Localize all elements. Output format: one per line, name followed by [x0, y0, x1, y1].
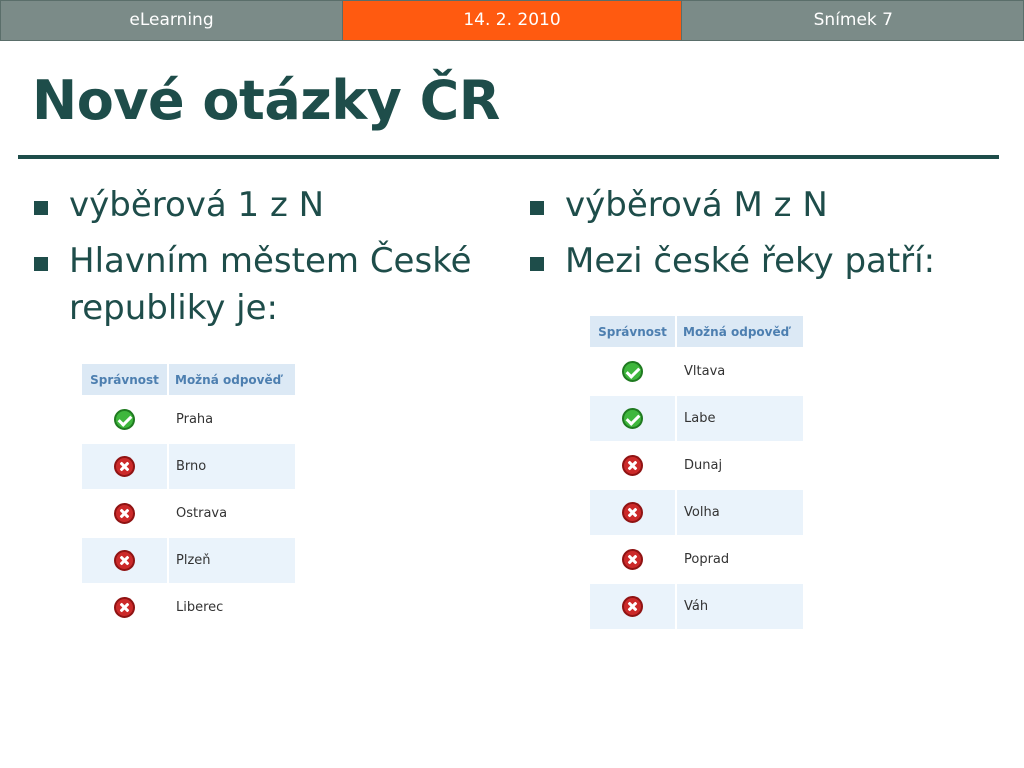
table-row: Vltava	[590, 348, 803, 396]
check-icon	[622, 408, 643, 429]
table-header-row: Správnost Možná odpověď	[82, 364, 295, 397]
bullet-text: výběrová M z N	[565, 185, 828, 225]
capital-answers-table: Správnost Možná odpověď Praha Brno Ostra…	[82, 364, 295, 632]
table-row: Labe	[590, 395, 803, 443]
header-possible-answer: Možná odpověď	[168, 364, 295, 397]
bullet-text: Mezi české řeky patří:	[565, 241, 936, 281]
correctness-cell	[82, 443, 169, 491]
correctness-cell	[590, 442, 677, 490]
correctness-cell	[590, 536, 677, 584]
slide-title: Nové otázky ČR	[32, 69, 500, 132]
answer-cell: Poprad	[676, 536, 803, 584]
cross-icon	[114, 456, 135, 477]
bullet-item: Hlavním městem České republiky je:	[32, 238, 492, 332]
bullet-square-icon	[34, 201, 48, 215]
answer-cell: Váh	[676, 583, 803, 631]
right-bullet-list: výběrová M z N Mezi české řeky patří:	[528, 182, 998, 294]
header-possible-answer: Možná odpověď	[676, 316, 803, 349]
left-bullet-list: výběrová 1 z N Hlavním městem České repu…	[32, 182, 492, 341]
cross-icon	[622, 455, 643, 476]
answer-cell: Plzeň	[168, 537, 295, 585]
table-row: Volha	[590, 489, 803, 537]
bullet-square-icon	[530, 201, 544, 215]
bullet-square-icon	[530, 257, 544, 271]
correctness-cell	[590, 348, 677, 396]
table-row: Poprad	[590, 536, 803, 584]
cross-icon	[114, 503, 135, 524]
answer-cell: Liberec	[168, 584, 295, 632]
correctness-cell	[590, 583, 677, 631]
correctness-cell	[82, 396, 169, 444]
header-course-name: eLearning	[0, 0, 343, 41]
cross-icon	[622, 549, 643, 570]
table-row: Plzeň	[82, 537, 295, 585]
check-icon	[114, 409, 135, 430]
correctness-cell	[590, 395, 677, 443]
table-row: Dunaj	[590, 442, 803, 490]
bullet-item: Mezi české řeky patří:	[528, 238, 998, 285]
correctness-cell	[82, 490, 169, 538]
answer-cell: Ostrava	[168, 490, 295, 538]
title-divider	[18, 155, 999, 159]
bullet-text: výběrová 1 z N	[69, 185, 325, 225]
table-row: Brno	[82, 443, 295, 491]
bullet-square-icon	[34, 257, 48, 271]
answer-cell: Vltava	[676, 348, 803, 396]
check-icon	[622, 361, 643, 382]
header-slide-number: Snímek 7	[681, 0, 1024, 41]
header-correctness: Správnost	[590, 316, 677, 349]
header-correctness: Správnost	[82, 364, 169, 397]
cross-icon	[114, 550, 135, 571]
header-date: 14. 2. 2010	[342, 0, 682, 41]
table-row: Liberec	[82, 584, 295, 632]
table-row: Váh	[590, 583, 803, 631]
correctness-cell	[590, 489, 677, 537]
cross-icon	[622, 502, 643, 523]
cross-icon	[114, 597, 135, 618]
correctness-cell	[82, 584, 169, 632]
answer-cell: Dunaj	[676, 442, 803, 490]
bullet-text: Hlavním městem České republiky je:	[69, 241, 472, 328]
table-header-row: Správnost Možná odpověď	[590, 316, 803, 349]
slide-header-bar: eLearning 14. 2. 2010 Snímek 7	[0, 0, 1024, 41]
correctness-cell	[82, 537, 169, 585]
answer-cell: Volha	[676, 489, 803, 537]
cross-icon	[622, 596, 643, 617]
header-slide-number-label: Snímek 7	[813, 10, 893, 30]
answer-cell: Labe	[676, 395, 803, 443]
bullet-item: výběrová M z N	[528, 182, 998, 229]
rivers-answers-table: Správnost Možná odpověď Vltava Labe Duna…	[590, 316, 803, 631]
table-row: Ostrava	[82, 490, 295, 538]
answer-cell: Praha	[168, 396, 295, 444]
answer-cell: Brno	[168, 443, 295, 491]
table-row: Praha	[82, 396, 295, 444]
bullet-item: výběrová 1 z N	[32, 182, 492, 229]
